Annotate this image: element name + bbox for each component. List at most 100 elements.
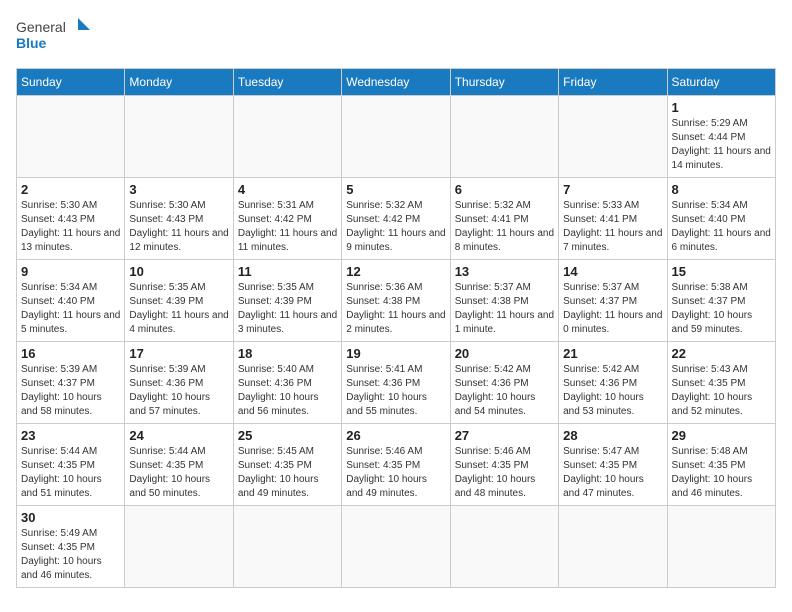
- day-info: Sunrise: 5:44 AM Sunset: 4:35 PM Dayligh…: [129, 445, 228, 501]
- day-info: Sunrise: 5:33 AM Sunset: 4:41 PM Dayligh…: [563, 199, 662, 255]
- day-info: Sunrise: 5:31 AM Sunset: 4:42 PM Dayligh…: [238, 199, 337, 255]
- calendar-cell: 18 Sunrise: 5:40 AM Sunset: 4:36 PM Dayli…: [233, 342, 341, 424]
- calendar-cell: 14Sunrise: 5:37 AM Sunset: 4:37 PM Dayli…: [559, 260, 667, 342]
- day-number: 26: [346, 428, 445, 443]
- calendar-cell: [233, 96, 341, 178]
- calendar-cell: 6 Sunrise: 5:32 AM Sunset: 4:41 PM Daylig…: [450, 178, 558, 260]
- calendar-cell: 24 Sunrise: 5:44 AM Sunset: 4:35 PM Dayli…: [125, 424, 233, 506]
- day-info: Sunrise: 5:34 AM Sunset: 4:40 PM Dayligh…: [672, 199, 771, 255]
- day-number: 22: [672, 346, 771, 361]
- day-info: Sunrise: 5:46 AM Sunset: 4:35 PM Dayligh…: [346, 445, 445, 501]
- week-row-4: 16 Sunrise: 5:39 AM Sunset: 4:37 PM Dayli…: [17, 342, 776, 424]
- day-number: 3: [129, 182, 228, 197]
- day-number: 2: [21, 182, 120, 197]
- calendar-cell: 30 Sunrise: 5:49 AM Sunset: 4:35 PM Dayli…: [17, 506, 125, 588]
- day-number: 28: [563, 428, 662, 443]
- calendar-cell: 15 Sunrise: 5:38 AM Sunset: 4:37 PM Dayli…: [667, 260, 775, 342]
- week-row-2: 2 Sunrise: 5:30 AM Sunset: 4:43 PM Daylig…: [17, 178, 776, 260]
- calendar-cell: 9Sunrise: 5:34 AM Sunset: 4:40 PM Daylig…: [17, 260, 125, 342]
- day-number: 7: [563, 182, 662, 197]
- logo: General Blue: [16, 16, 96, 58]
- weekday-header-tuesday: Tuesday: [233, 69, 341, 96]
- day-number: 6: [455, 182, 554, 197]
- day-number: 20: [455, 346, 554, 361]
- generalblue-logo: General Blue: [16, 16, 96, 58]
- calendar-cell: [559, 506, 667, 588]
- day-info: Sunrise: 5:30 AM Sunset: 4:43 PM Dayligh…: [129, 199, 228, 255]
- svg-text:General: General: [16, 19, 66, 35]
- day-number: 10: [129, 264, 228, 279]
- day-number: 13: [455, 264, 554, 279]
- weekday-header-friday: Friday: [559, 69, 667, 96]
- calendar-cell: [125, 96, 233, 178]
- calendar-cell: 29 Sunrise: 5:48 AM Sunset: 4:35 PM Dayli…: [667, 424, 775, 506]
- calendar-cell: [17, 96, 125, 178]
- week-row-5: 23 Sunrise: 5:44 AM Sunset: 4:35 PM Dayli…: [17, 424, 776, 506]
- day-number: 29: [672, 428, 771, 443]
- calendar-cell: 4 Sunrise: 5:31 AM Sunset: 4:42 PM Daylig…: [233, 178, 341, 260]
- svg-text:Blue: Blue: [16, 35, 47, 51]
- day-number: 27: [455, 428, 554, 443]
- calendar-cell: 5Sunrise: 5:32 AM Sunset: 4:42 PM Daylig…: [342, 178, 450, 260]
- calendar-cell: 20 Sunrise: 5:42 AM Sunset: 4:36 PM Dayli…: [450, 342, 558, 424]
- day-number: 14: [563, 264, 662, 279]
- day-number: 9: [21, 264, 120, 279]
- day-info: Sunrise: 5:46 AM Sunset: 4:35 PM Dayligh…: [455, 445, 554, 501]
- calendar-cell: 1 Sunrise: 5:29 AM Sunset: 4:44 PM Daylig…: [667, 96, 775, 178]
- day-number: 15: [672, 264, 771, 279]
- day-info: Sunrise: 5:32 AM Sunset: 4:41 PM Dayligh…: [455, 199, 554, 255]
- calendar-cell: [342, 96, 450, 178]
- calendar-cell: 25 Sunrise: 5:45 AM Sunset: 4:35 PM Dayli…: [233, 424, 341, 506]
- calendar-table: SundayMondayTuesdayWednesdayThursdayFrid…: [16, 68, 776, 588]
- day-info: Sunrise: 5:44 AM Sunset: 4:35 PM Dayligh…: [21, 445, 120, 501]
- day-info: Sunrise: 5:37 AM Sunset: 4:38 PM Dayligh…: [455, 281, 554, 337]
- day-info: Sunrise: 5:40 AM Sunset: 4:36 PM Dayligh…: [238, 363, 337, 419]
- calendar-cell: 11Sunrise: 5:35 AM Sunset: 4:39 PM Dayli…: [233, 260, 341, 342]
- week-row-3: 9Sunrise: 5:34 AM Sunset: 4:40 PM Daylig…: [17, 260, 776, 342]
- calendar-cell: 28 Sunrise: 5:47 AM Sunset: 4:35 PM Dayli…: [559, 424, 667, 506]
- day-number: 4: [238, 182, 337, 197]
- calendar-cell: 17 Sunrise: 5:39 AM Sunset: 4:36 PM Dayli…: [125, 342, 233, 424]
- day-number: 8: [672, 182, 771, 197]
- day-info: Sunrise: 5:41 AM Sunset: 4:36 PM Dayligh…: [346, 363, 445, 419]
- weekday-header-row: SundayMondayTuesdayWednesdayThursdayFrid…: [17, 69, 776, 96]
- day-info: Sunrise: 5:42 AM Sunset: 4:36 PM Dayligh…: [563, 363, 662, 419]
- day-number: 30: [21, 510, 120, 525]
- day-info: Sunrise: 5:39 AM Sunset: 4:36 PM Dayligh…: [129, 363, 228, 419]
- day-number: 25: [238, 428, 337, 443]
- day-info: Sunrise: 5:32 AM Sunset: 4:42 PM Dayligh…: [346, 199, 445, 255]
- day-info: Sunrise: 5:48 AM Sunset: 4:35 PM Dayligh…: [672, 445, 771, 501]
- day-number: 19: [346, 346, 445, 361]
- day-info: Sunrise: 5:45 AM Sunset: 4:35 PM Dayligh…: [238, 445, 337, 501]
- day-info: Sunrise: 5:35 AM Sunset: 4:39 PM Dayligh…: [238, 281, 337, 337]
- page-header: General Blue: [16, 16, 776, 58]
- day-info: Sunrise: 5:30 AM Sunset: 4:43 PM Dayligh…: [21, 199, 120, 255]
- calendar-cell: 26 Sunrise: 5:46 AM Sunset: 4:35 PM Dayli…: [342, 424, 450, 506]
- calendar-cell: [450, 96, 558, 178]
- calendar-cell: 12Sunrise: 5:36 AM Sunset: 4:38 PM Dayli…: [342, 260, 450, 342]
- day-info: Sunrise: 5:38 AM Sunset: 4:37 PM Dayligh…: [672, 281, 771, 337]
- calendar-cell: 7 Sunrise: 5:33 AM Sunset: 4:41 PM Daylig…: [559, 178, 667, 260]
- day-info: Sunrise: 5:49 AM Sunset: 4:35 PM Dayligh…: [21, 527, 120, 583]
- day-info: Sunrise: 5:39 AM Sunset: 4:37 PM Dayligh…: [21, 363, 120, 419]
- day-info: Sunrise: 5:43 AM Sunset: 4:35 PM Dayligh…: [672, 363, 771, 419]
- calendar-cell: [125, 506, 233, 588]
- day-number: 21: [563, 346, 662, 361]
- calendar-cell: 22 Sunrise: 5:43 AM Sunset: 4:35 PM Dayli…: [667, 342, 775, 424]
- calendar-cell: 21 Sunrise: 5:42 AM Sunset: 4:36 PM Dayli…: [559, 342, 667, 424]
- day-info: Sunrise: 5:42 AM Sunset: 4:36 PM Dayligh…: [455, 363, 554, 419]
- day-number: 18: [238, 346, 337, 361]
- day-number: 23: [21, 428, 120, 443]
- calendar-cell: [450, 506, 558, 588]
- day-info: Sunrise: 5:47 AM Sunset: 4:35 PM Dayligh…: [563, 445, 662, 501]
- calendar-cell: 19 Sunrise: 5:41 AM Sunset: 4:36 PM Dayli…: [342, 342, 450, 424]
- day-info: Sunrise: 5:29 AM Sunset: 4:44 PM Dayligh…: [672, 117, 771, 173]
- day-number: 17: [129, 346, 228, 361]
- day-info: Sunrise: 5:36 AM Sunset: 4:38 PM Dayligh…: [346, 281, 445, 337]
- weekday-header-wednesday: Wednesday: [342, 69, 450, 96]
- calendar-cell: [559, 96, 667, 178]
- day-number: 1: [672, 100, 771, 115]
- calendar-cell: 27 Sunrise: 5:46 AM Sunset: 4:35 PM Dayli…: [450, 424, 558, 506]
- day-number: 16: [21, 346, 120, 361]
- day-number: 24: [129, 428, 228, 443]
